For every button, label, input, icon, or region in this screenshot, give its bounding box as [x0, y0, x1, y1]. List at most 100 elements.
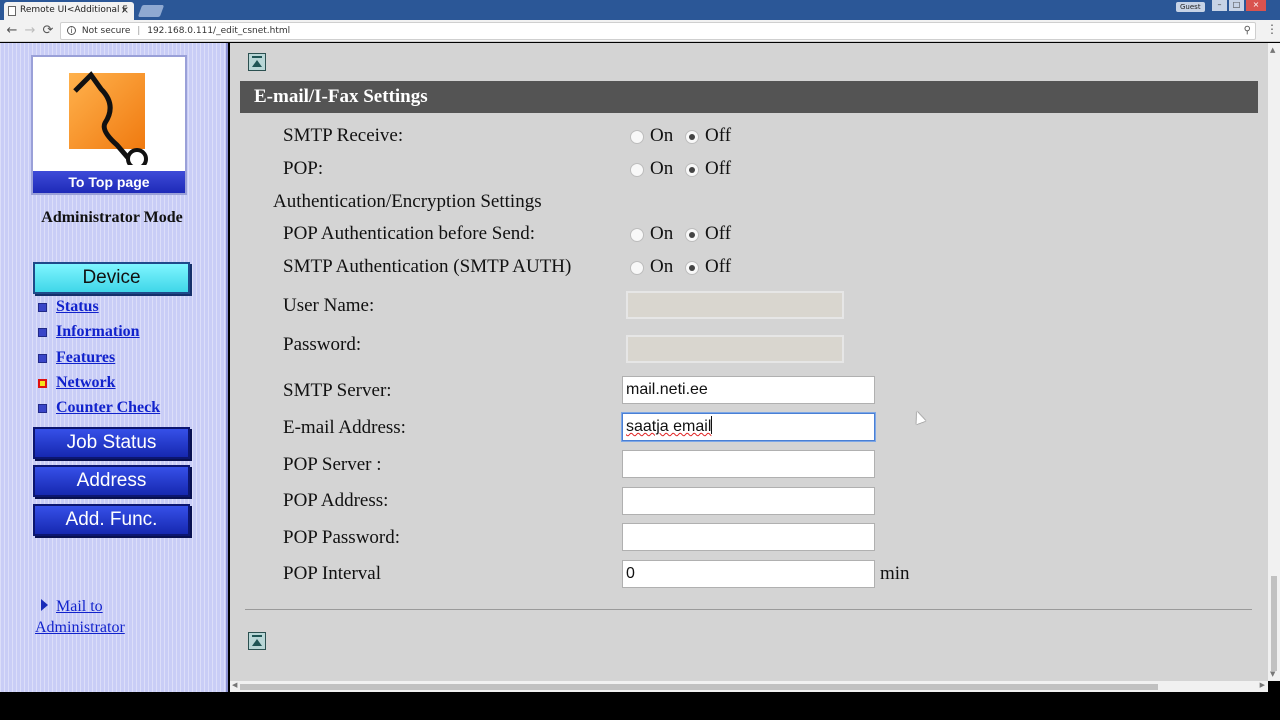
guest-profile-badge[interactable]: Guest [1176, 2, 1205, 12]
pop-interval-label: POP Interval [283, 563, 381, 584]
job-status-button[interactable]: Job Status [33, 427, 190, 459]
pop-off-label: Off [705, 158, 732, 179]
smtp-auth-off-label: Off [705, 256, 732, 277]
browser-tab[interactable]: Remote UI<Additional F × [4, 2, 134, 20]
smtp-receive-on-label: On [650, 125, 674, 146]
mouse-cursor-icon [912, 409, 926, 425]
page-up-bar [252, 56, 262, 58]
back-button[interactable]: ← [3, 22, 21, 40]
scroll-up-arrow-icon[interactable]: ▲ [1270, 46, 1275, 54]
scroll-down-arrow-icon[interactable]: ▼ [1270, 670, 1275, 678]
pop-auth-on-label: On [650, 223, 674, 244]
pop-address-label: POP Address: [283, 490, 389, 511]
pop-auth-before-send-label: POP Authentication before Send: [283, 223, 536, 244]
security-label: Not secure [81, 26, 131, 36]
scroll-left-arrow-icon[interactable]: ◀ [232, 681, 237, 689]
sidebar: To Top page Administrator Mode Device St… [0, 43, 228, 692]
vertical-scroll-thumb[interactable] [1271, 576, 1277, 671]
scroll-right-arrow-icon[interactable]: ▶ [1260, 681, 1265, 689]
pop-auth-off-label: Off [705, 223, 732, 244]
pop-on-radio[interactable] [630, 163, 644, 177]
vertical-scrollbar[interactable]: ▲ ▼ [1268, 43, 1280, 681]
page-up-arrow [252, 639, 262, 646]
page-favicon-icon [8, 6, 16, 16]
bullet-icon [38, 303, 47, 312]
pop-password-input[interactable] [622, 523, 875, 551]
omnibox-separator: | [137, 26, 141, 36]
top-page-label: To Top page [33, 171, 185, 193]
pop-auth-off-radio[interactable] [685, 228, 699, 242]
zoom-icon[interactable]: ⚲ [1244, 23, 1251, 39]
smtp-auth-off-radio[interactable] [685, 261, 699, 275]
top-page-button[interactable]: To Top page [31, 55, 187, 195]
nav-link-status[interactable]: Status [56, 298, 99, 316]
bullet-icon [38, 404, 47, 413]
auth-heading: Authentication/Encryption Settings [273, 191, 542, 212]
section-title: E-mail/I-Fax Settings [240, 81, 1258, 113]
smtp-receive-off-radio[interactable] [685, 130, 699, 144]
mail-to-admin-link-line1[interactable]: Mail to [56, 596, 103, 617]
tab-close-icon[interactable]: × [121, 2, 129, 19]
pop-interval-unit: min [880, 563, 910, 584]
divider [245, 609, 1252, 610]
address-bar[interactable]: i Not secure | 192.168.0.111/_edit_csnet… [60, 22, 1256, 40]
pop-on-label: On [650, 158, 674, 179]
maximize-button[interactable]: □ [1229, 0, 1244, 11]
pop-address-input[interactable] [622, 487, 875, 515]
forward-button[interactable]: → [21, 22, 39, 40]
main-content: E-mail/I-Fax Settings SMTP Receive: On O… [230, 43, 1268, 681]
password-input[interactable] [626, 335, 844, 363]
page-up-icon[interactable] [248, 632, 266, 650]
url-text: 192.168.0.111/_edit_csnet.html [147, 26, 291, 36]
reload-button[interactable]: ⟳ [39, 22, 57, 40]
address-button[interactable]: Address [33, 465, 190, 497]
pop-server-input[interactable] [622, 450, 875, 478]
pop-interval-input[interactable]: 0 [622, 560, 875, 588]
page-up-arrow [252, 60, 262, 67]
bullet-icon [38, 354, 47, 363]
smtp-auth-on-radio[interactable] [630, 261, 644, 275]
minimize-button[interactable]: – [1212, 0, 1227, 11]
active-bullet-icon [38, 379, 47, 388]
admin-mode-label: Administrator Mode [41, 209, 183, 226]
bullet-icon [38, 328, 47, 337]
top-page-logo-icon [73, 71, 148, 165]
new-tab-button[interactable] [137, 5, 165, 17]
pop-password-label: POP Password: [283, 527, 401, 548]
user-name-input[interactable] [626, 291, 844, 319]
nav-link-information[interactable]: Information [56, 323, 140, 341]
browser-toolbar: ← → ⟳ i Not secure | 192.168.0.111/_edit… [0, 20, 1280, 42]
arrow-right-icon [41, 599, 48, 611]
browser-menu-icon[interactable]: ⋮ [1266, 22, 1278, 36]
tab-title: Remote UI<Additional F [20, 5, 128, 15]
text-caret [711, 416, 713, 434]
info-icon[interactable]: i [67, 26, 76, 35]
window-close-button[interactable]: × [1246, 0, 1266, 11]
nav-link-features[interactable]: Features [56, 349, 115, 367]
mail-to-admin-link-line2[interactable]: Administrator [35, 617, 125, 638]
email-address-label: E-mail Address: [283, 417, 406, 438]
email-address-input[interactable]: saatja email [622, 413, 875, 441]
smtp-auth-on-label: On [650, 256, 674, 277]
nav-link-network[interactable]: Network [56, 374, 116, 392]
nav-link-counter-check[interactable]: Counter Check [56, 399, 160, 417]
pop-server-label: POP Server : [283, 454, 382, 475]
email-address-value: saatja email [626, 418, 712, 435]
smtp-server-input[interactable]: mail.neti.ee [622, 376, 875, 404]
page-up-icon[interactable] [248, 53, 266, 71]
pop-off-radio[interactable] [685, 163, 699, 177]
pop-auth-on-radio[interactable] [630, 228, 644, 242]
smtp-receive-off-label: Off [705, 125, 732, 146]
user-name-label: User Name: [283, 295, 375, 316]
page-up-bar [252, 635, 262, 637]
window-titlebar: Remote UI<Additional F × Guest – □ × [0, 0, 1280, 20]
smtp-receive-on-radio[interactable] [630, 130, 644, 144]
device-button[interactable]: Device [33, 262, 190, 294]
horizontal-scrollbar[interactable]: ◀ ▶ [230, 681, 1268, 692]
smtp-receive-label: SMTP Receive: [283, 125, 404, 146]
pop-label: POP: [283, 158, 324, 179]
password-label: Password: [283, 334, 362, 355]
smtp-auth-label: SMTP Authentication (SMTP AUTH) [283, 256, 572, 277]
horizontal-scroll-thumb[interactable] [240, 684, 1158, 690]
add-func-button[interactable]: Add. Func. [33, 504, 190, 536]
